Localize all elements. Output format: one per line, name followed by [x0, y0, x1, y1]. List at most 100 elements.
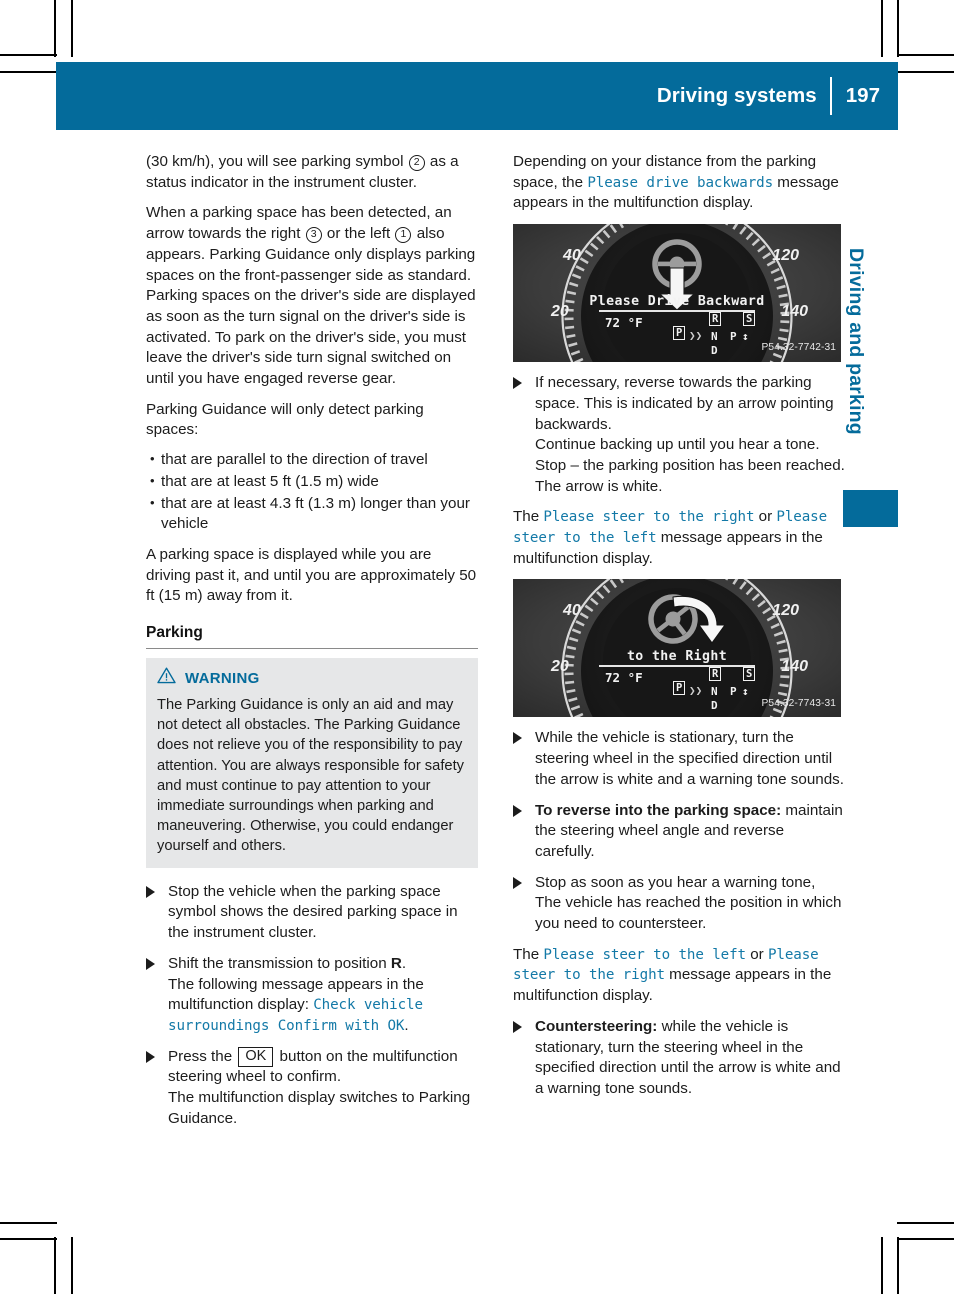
list-item: that are at least 4.3 ft (1.3 m) longer …: [146, 493, 478, 535]
warning-box: WARNING The Parking Guidance is only an …: [146, 658, 478, 868]
step-cont-text-b: .: [404, 1016, 409, 1034]
step-continuation: The multifunction display switches to Pa…: [168, 1089, 471, 1127]
step-item-stop-on-tone: Stop as soon as you hear a warning tone,…: [513, 873, 845, 935]
gear-indicator-p: P: [730, 685, 737, 699]
countersteering-steps-list: Countersteering: while the vehicle is st…: [513, 1017, 845, 1100]
paragraph-space-detection: When a parking space has been detected, …: [146, 203, 478, 389]
step-item-turn-wheel: While the vehicle is stationary, turn th…: [513, 728, 845, 790]
instrument-cluster-figure-backward: 40 20 120 140 Please Drive Backward 72 °…: [513, 224, 841, 363]
step-text: If necessary, reverse towards the parkin…: [535, 374, 834, 433]
cluster-temperature: 72 °F: [605, 315, 643, 331]
step-continuation: The following message appears in the mul…: [168, 975, 478, 1037]
gear-indicator-s: S: [743, 667, 756, 682]
step-item-reverse-toward-space: If necessary, reverse towards the parkin…: [513, 373, 845, 497]
step-lead-bold: Countersteering:: [535, 1017, 658, 1035]
paragraph-detect-intro: Parking Guidance will only detect parkin…: [146, 400, 424, 439]
instrument-cluster-figure-steer-right: 40 20 120 140 to the Right 72 °F R S P ❯…: [513, 579, 841, 718]
callout-2: 2: [408, 155, 425, 171]
list-item: that are parallel to the direction of tr…: [146, 449, 478, 471]
para-2-text-c: also appears. Parking Guidance only disp…: [146, 225, 476, 388]
step-text: While the vehicle is stationary, turn th…: [535, 729, 844, 788]
rpara-2-text-b: or: [754, 508, 777, 526]
para-2-text-b: or the left: [322, 225, 395, 243]
paragraph-steer-message-2: The Please steer to the left or Please s…: [513, 945, 845, 1007]
step-arrow-icon: [513, 876, 522, 889]
gear-indicator-s: S: [743, 312, 756, 327]
right-column: Depending on your distance from the park…: [513, 152, 845, 1110]
gear-indicator-p: P: [730, 330, 737, 344]
paragraph-parking-symbol: (30 km/h), you will see parking symbol 2…: [146, 152, 478, 193]
detection-criteria-list: that are parallel to the direction of tr…: [146, 449, 478, 535]
paragraph-steer-message-1: The Please steer to the right or Please …: [513, 507, 845, 569]
step-arrow-icon: [146, 885, 155, 898]
gear-indicator-p-boxed: P: [673, 681, 686, 696]
step-item-reverse-into-space: To reverse into the parking space: maint…: [513, 801, 845, 863]
callout-3: 3: [305, 227, 322, 244]
crop-mark-bottom-left-horizontal-inner: [0, 1238, 57, 1240]
speed-tick-120: 120: [772, 602, 799, 620]
warning-body: The Parking Guidance is only an aid and …: [157, 697, 464, 855]
crop-mark-top-left-horizontal-inner: [0, 71, 57, 73]
speed-tick-40: 40: [563, 602, 581, 620]
gear-updown-icon: ↕: [742, 330, 749, 344]
cluster-temperature: 72 °F: [605, 670, 643, 686]
step-continuation: Continue backing up until you hear a ton…: [535, 436, 845, 495]
ok-button-keycap[interactable]: OK: [238, 1046, 274, 1067]
display-message-steer-left: Please steer to the left: [543, 946, 746, 963]
speed-tick-120: 120: [772, 247, 799, 265]
figure-reference-code: P54.32-7742-31: [761, 342, 836, 354]
gear-position-r: R: [390, 954, 402, 972]
page-header-band: Driving systems 197: [56, 62, 898, 130]
step-arrow-icon: [513, 377, 522, 390]
paragraph-drive-backwards: Depending on your distance from the park…: [513, 152, 845, 214]
section-tab-marker: [843, 490, 898, 527]
warning-header: WARNING: [157, 667, 467, 691]
gear-indicator-p-boxed: P: [673, 326, 686, 341]
gear-indicator-d: D: [711, 344, 718, 358]
left-column: (30 km/h), you will see parking symbol 2…: [146, 152, 478, 1139]
crop-mark-top-left-vertical-inner: [71, 0, 73, 57]
crop-mark-bottom-left-vertical-outer: [54, 1237, 56, 1294]
para-1-text-a: (30 km/h), you will see parking symbol: [146, 153, 408, 170]
gear-updown-icon: ↕: [742, 685, 749, 699]
page-number: 197: [845, 84, 880, 107]
crop-mark-bottom-right-horizontal-outer: [897, 1222, 954, 1224]
crop-mark-top-right-vertical-inner: [897, 0, 899, 57]
gear-arrow-icon: ❯❯: [689, 329, 703, 343]
step-arrow-icon: [513, 1020, 522, 1033]
figure-reference-code: P54.32-7743-31: [761, 697, 836, 709]
crop-mark-top-right-horizontal-outer: [897, 54, 954, 56]
step-arrow-icon: [146, 1050, 155, 1063]
step-text: Stop as soon as you hear a warning tone,…: [535, 873, 842, 933]
crop-mark-top-left-horizontal-outer: [0, 54, 57, 56]
step-text-a: Shift the transmission to position: [168, 954, 391, 972]
section-heading-rule: [146, 647, 478, 650]
crop-mark-top-right-vertical-outer: [881, 0, 883, 57]
paragraph-display-distance: A parking space is displayed while you a…: [146, 545, 477, 605]
list-item: that are at least 5 ft (1.5 m) wide: [146, 471, 478, 493]
crop-mark-bottom-left-vertical-inner: [71, 1237, 73, 1294]
step-text-a: Press the: [168, 1047, 237, 1065]
page-header-inner: Driving systems 197: [657, 62, 898, 130]
step-text-b: .: [401, 954, 407, 972]
step-arrow-icon: [513, 804, 522, 817]
step-lead-bold: To reverse into the parking space:: [535, 801, 782, 819]
warning-title: WARNING: [185, 669, 260, 687]
step-text: Stop the vehicle when the parking space …: [168, 882, 458, 942]
crop-mark-bottom-right-horizontal-inner: [897, 1238, 954, 1240]
steering-steps-list: While the vehicle is stationary, turn th…: [513, 728, 845, 934]
crop-mark-bottom-right-vertical-inner: [897, 1237, 899, 1294]
warning-triangle-icon: [157, 667, 176, 691]
section-heading-parking: Parking: [146, 624, 203, 642]
callout-1: 1: [395, 227, 412, 244]
gear-indicator-d: D: [711, 699, 718, 713]
page-title: Driving systems: [656, 84, 817, 107]
reverse-steps-list: If necessary, reverse towards the parkin…: [513, 373, 845, 497]
step-item-shift-reverse: Shift the transmission to position R. Th…: [146, 954, 478, 1037]
display-message-please-drive-backwards: Please drive backwards: [587, 174, 774, 191]
step-item-press-ok: Press the OK button on the multifunction…: [146, 1046, 478, 1130]
rpara-3-text-a: The: [513, 945, 544, 963]
step-arrow-icon: [513, 732, 522, 745]
rpara-3-text-b: or: [746, 945, 768, 963]
display-message-steer-right: Please steer to the right: [543, 509, 755, 526]
